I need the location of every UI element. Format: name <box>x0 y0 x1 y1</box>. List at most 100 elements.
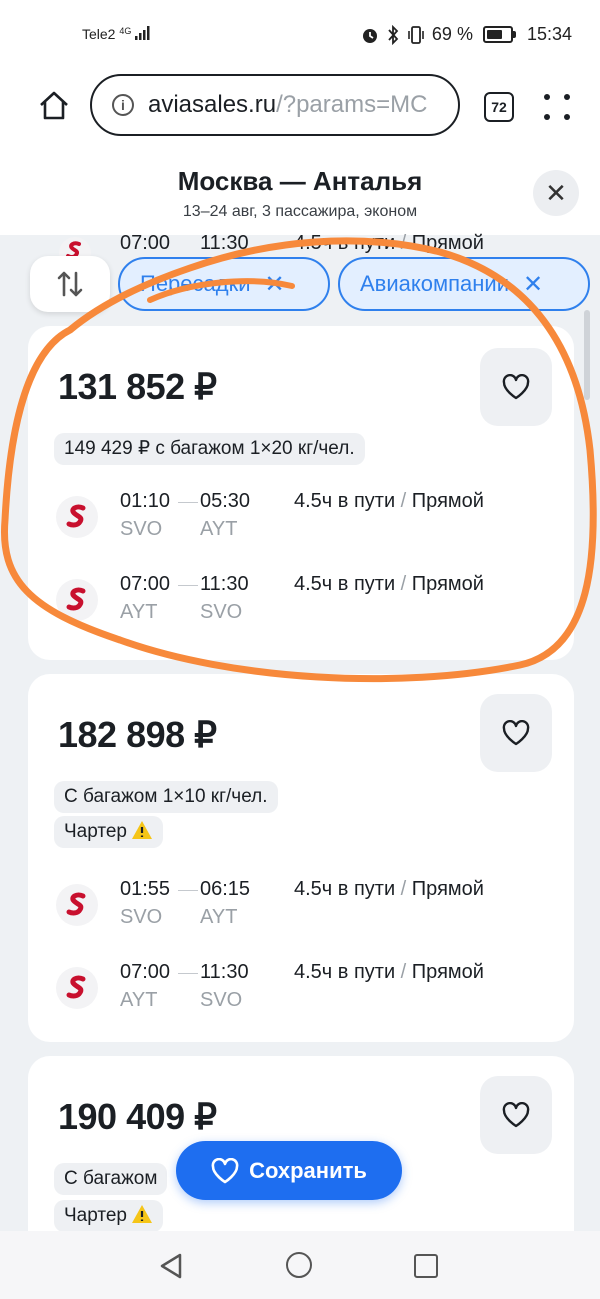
departure-airport: SVO <box>120 518 163 540</box>
favorite-button[interactable] <box>480 348 552 426</box>
url-host: aviasales.ru <box>148 91 277 118</box>
heart-icon <box>502 1102 530 1128</box>
heart-icon <box>502 374 530 400</box>
ticket-price: 131 852 ₽ <box>58 366 217 407</box>
departure-airport: SVO <box>120 906 163 928</box>
remove-filter-icon[interactable]: ✕ <box>265 270 285 299</box>
duration-text: 4.5ч в пути <box>294 878 396 900</box>
arrival-time: 11:30 <box>200 573 249 595</box>
ticket-card[interactable]: 131 852 ₽ 149 429 ₽ с багажом 1×20 кг/че… <box>28 326 574 660</box>
filter-chip-airlines[interactable]: Авиакомпании ✕ <box>338 257 590 311</box>
duration-text: 4.5ч в пути <box>294 490 396 512</box>
menu-dot-icon <box>544 94 550 100</box>
sort-arrows-icon <box>57 271 83 297</box>
ticket-price: 182 898 ₽ <box>58 714 217 755</box>
charter-label: Чартер <box>64 1205 128 1226</box>
menu-dot-icon <box>564 94 570 100</box>
arrival-airport: SVO <box>200 601 243 623</box>
duration-text: 4.5ч в пути <box>294 573 396 595</box>
airline-logo-icon <box>66 892 86 916</box>
ticket-card[interactable]: 182 898 ₽ С багажом 1×10 кг/чел. Чартер … <box>28 674 574 1042</box>
bluetooth-icon <box>388 24 399 45</box>
peek-flight-type: Прямой <box>411 232 484 254</box>
home-icon <box>40 91 68 120</box>
airline-logo <box>56 496 98 538</box>
airline-logo <box>56 884 98 926</box>
flight-segment: 01:10 05:30 SVO AYT 4.5ч в пути / Прямой <box>28 490 574 556</box>
close-button[interactable]: ✕ <box>533 170 579 216</box>
peek-duration: 4.5ч в пути / Прямой <box>294 232 484 254</box>
flight-segment: 01:55 06:15 SVO AYT 4.5ч в пути / Прямой <box>28 878 574 944</box>
flight-segment: 07:00 11:30 AYT SVO 4.5ч в пути / Прямой <box>28 573 574 639</box>
flight-type: Прямой <box>411 961 484 983</box>
departure-airport: AYT <box>120 989 158 1011</box>
arrival-airport: AYT <box>200 518 238 540</box>
peek-arr-time: 11:30 <box>200 232 249 254</box>
address-bar[interactable]: i aviasales.ru/?params=MC <box>90 74 460 136</box>
airline-logo <box>56 967 98 1009</box>
alarm-icon <box>362 28 377 43</box>
time-dash <box>178 585 198 586</box>
carrier-name: Tele2 <box>82 26 116 42</box>
system-status: 69 % 15:34 <box>360 24 572 45</box>
chip-label: Пересадки <box>140 271 251 296</box>
site-info-icon[interactable]: i <box>112 94 134 116</box>
airline-logo-icon <box>66 504 86 528</box>
url-path: /?params=MC <box>276 91 428 118</box>
sort-button[interactable] <box>30 256 110 312</box>
url-text: aviasales.ru/?params=MC <box>148 91 427 119</box>
charter-tag: Чартер <box>54 1200 164 1232</box>
arrival-time: 05:30 <box>200 490 251 512</box>
time-dash <box>178 890 198 891</box>
ticket-price: 190 409 ₽ <box>58 1096 217 1137</box>
menu-dot-icon <box>564 114 570 120</box>
baggage-tag: С багажом 1×10 кг/чел. <box>54 781 278 813</box>
battery-level-fill <box>486 30 502 39</box>
flight-segment: 07:00 11:30 AYT SVO 4.5ч в пути / Прямой <box>28 961 574 1027</box>
flight-duration: 4.5ч в пути / Прямой <box>294 573 484 595</box>
clock: 15:34 <box>526 24 572 44</box>
remove-filter-icon[interactable]: ✕ <box>523 270 543 299</box>
airline-logo <box>56 579 98 621</box>
flight-duration: 4.5ч в пути / Прямой <box>294 490 484 512</box>
home-circle-icon[interactable] <box>286 1252 312 1278</box>
carrier-status: Tele2 4G <box>82 26 151 42</box>
flight-type: Прямой <box>411 490 484 512</box>
flight-duration: 4.5ч в пути / Прямой <box>294 961 484 983</box>
back-triangle-icon[interactable] <box>158 1252 184 1280</box>
heart-icon <box>211 1157 239 1183</box>
menu-dot-icon <box>544 114 550 120</box>
recent-apps-icon[interactable] <box>414 1254 438 1278</box>
save-search-button[interactable]: Сохранить <box>176 1141 402 1200</box>
heart-icon <box>502 720 530 746</box>
warning-icon <box>132 1205 153 1223</box>
peek-duration-text: 4.5ч в пути <box>294 232 396 254</box>
departure-time: 01:55 <box>120 878 171 900</box>
airline-logo-icon <box>66 587 86 611</box>
browser-home-button[interactable] <box>36 88 72 124</box>
warning-icon <box>132 821 153 839</box>
arrival-airport: AYT <box>200 906 238 928</box>
airline-logo-icon <box>66 975 86 999</box>
arrival-airport: SVO <box>200 989 243 1011</box>
filter-chip-transfers[interactable]: Пересадки ✕ <box>118 257 330 311</box>
baggage-tag: С багажом <box>54 1163 168 1195</box>
favorite-button[interactable] <box>480 694 552 772</box>
peek-dep-time: 07:00 <box>120 232 171 254</box>
battery-icon <box>482 26 516 43</box>
battery-percent: 69 % <box>431 24 473 44</box>
flight-duration: 4.5ч в пути / Прямой <box>294 878 484 900</box>
network-type: 4G <box>119 26 132 36</box>
tab-count: 72 <box>491 99 507 115</box>
charter-tag: Чартер <box>54 816 164 848</box>
favorite-button[interactable] <box>480 1076 552 1154</box>
arrival-time: 11:30 <box>200 961 249 983</box>
departure-time: 07:00 <box>120 573 171 595</box>
tabs-button[interactable]: 72 <box>484 92 514 122</box>
flight-type: Прямой <box>411 573 484 595</box>
duration-text: 4.5ч в пути <box>294 961 396 983</box>
scrollbar[interactable] <box>584 310 590 400</box>
search-params: 13–24 авг, 3 пассажира, эконом <box>182 203 418 220</box>
browser-menu-button[interactable] <box>544 92 570 124</box>
chip-label: Авиакомпании <box>360 271 509 296</box>
